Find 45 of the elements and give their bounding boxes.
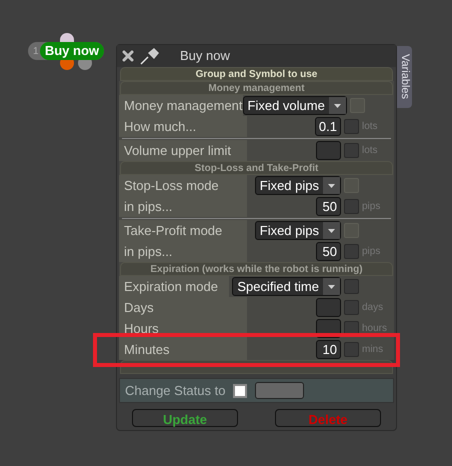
field-label: Days [119,297,247,318]
field-label: Stop-Loss mode [119,175,247,196]
action-button[interactable]: Update [132,409,238,427]
field-label: in pips... [119,241,247,262]
side-tab[interactable]: Variables [397,46,412,108]
field-label: Take-Profit mode [119,220,247,241]
section-header: Group and Symbol to use [120,67,393,81]
field-label: How much... [119,116,247,137]
field-label: Expiration mode [119,276,229,297]
checkbox[interactable] [344,143,359,158]
number-field[interactable] [316,298,341,317]
close-icon[interactable] [122,50,134,62]
dropdown[interactable]: Fixed volume [242,96,347,115]
number-field[interactable]: 50 [316,197,341,216]
number-field[interactable]: 10 [316,340,341,359]
checkbox[interactable] [233,384,248,398]
dropdown[interactable]: Fixed pips [254,176,341,195]
caret-icon [328,228,335,232]
checkbox[interactable] [344,300,359,315]
field-label: in pips... [119,196,247,217]
checkbox[interactable] [344,199,359,214]
caret-icon [328,284,335,288]
checkbox[interactable] [344,244,359,259]
status-label: Change Status to [125,382,226,400]
caret-icon [328,184,335,188]
field-label: Volume upper limit [119,140,247,161]
dropdown[interactable]: Specified time [232,277,341,296]
number-field[interactable]: 0.1 [314,117,341,136]
dropdown[interactable]: Fixed pips [254,221,341,240]
window-title: Buy now [180,47,230,66]
checkbox[interactable] [344,119,359,134]
field-label: Money management [119,95,243,116]
number-field[interactable] [316,141,341,160]
node-label: Buy now [40,42,104,60]
section-header: Money management [120,81,393,95]
section-header: Expiration (works while the robot is running) [120,262,393,276]
status-field[interactable] [255,382,304,399]
caret-icon [334,104,341,108]
checkbox[interactable] [344,342,359,357]
number-field[interactable]: 50 [316,242,341,261]
node-number: 1 [32,44,40,58]
field-label: Minutes [119,339,247,360]
node-pill[interactable]: 1 Buy now [28,42,104,60]
checkbox[interactable] [344,279,359,294]
section-header: Stop-Loss and Take-Profit [120,161,393,175]
